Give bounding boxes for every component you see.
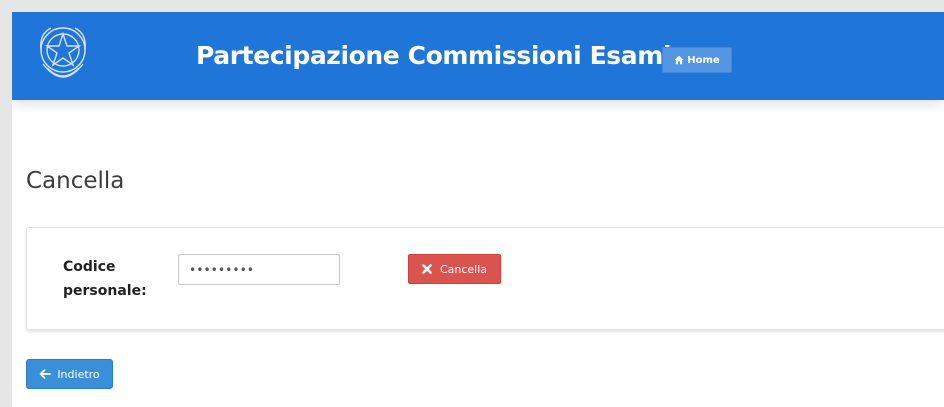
home-button-label: Home: [687, 54, 720, 66]
delete-button[interactable]: Cancella: [408, 254, 501, 284]
home-button[interactable]: Home: [662, 47, 732, 73]
page: Partecipazione Commissioni Esami Home Ca…: [12, 12, 944, 407]
delete-button-label: Cancella: [439, 262, 488, 276]
close-icon: [422, 264, 432, 274]
codice-personale-label: Codice personale:: [63, 259, 147, 299]
header-bar: Partecipazione Commissioni Esami Home: [12, 12, 944, 100]
delete-form-panel: Codice personale: Cancella: [26, 227, 944, 330]
repubblica-italiana-emblem-icon: [40, 27, 86, 78]
back-button[interactable]: Indietro: [26, 359, 113, 389]
app-title: Partecipazione Commissioni Esami: [196, 41, 672, 70]
back-button-label: Indietro: [57, 367, 100, 381]
arrow-left-icon: [40, 369, 52, 379]
home-icon: [674, 55, 684, 65]
page-title: Cancella: [26, 168, 125, 194]
codice-personale-input[interactable]: [178, 254, 340, 285]
